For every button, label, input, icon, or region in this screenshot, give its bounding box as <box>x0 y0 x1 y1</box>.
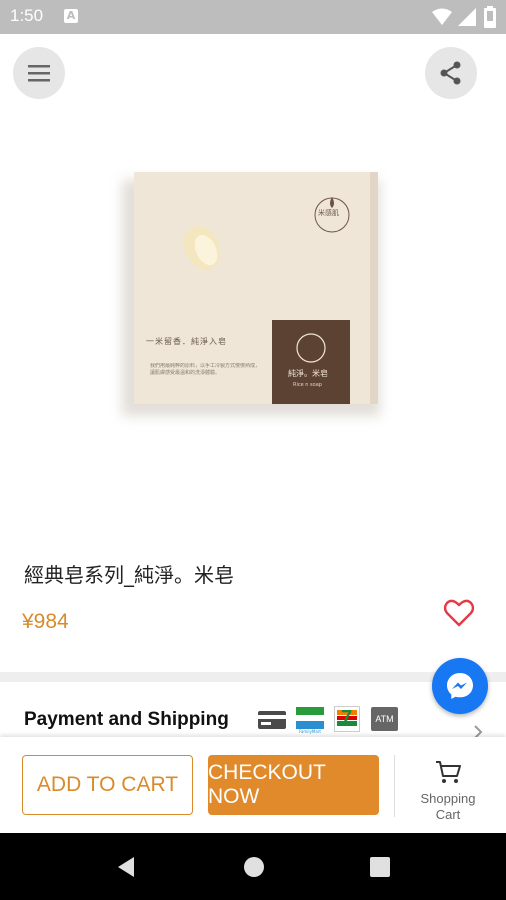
brand-mark: 米感肌 <box>318 209 339 217</box>
section-divider <box>0 672 506 682</box>
notification-icon: A <box>64 9 78 23</box>
cart-label-line-1: Shopping <box>420 791 476 806</box>
familymart-icon: FamilyMart <box>296 707 324 734</box>
heart-icon <box>444 599 474 627</box>
cart-separator <box>394 755 395 817</box>
label-char: 米 <box>303 243 320 262</box>
familymart-label: FamilyMart <box>299 729 321 734</box>
bottom-action-bar: ADD TO CART CHECKOUT NOW Shopping Cart <box>0 737 506 833</box>
credit-card-icon <box>258 711 286 729</box>
messenger-button[interactable] <box>432 658 488 714</box>
recents-icon[interactable] <box>370 857 390 877</box>
hamburger-menu-icon <box>28 65 50 82</box>
label-english: Rice n soap <box>293 382 322 388</box>
product-title: 經典皂系列_純淨。米皂 <box>24 563 234 587</box>
back-icon[interactable] <box>116 856 136 878</box>
atm-icon: ATM <box>371 707 398 731</box>
payment-shipping-label[interactable]: Payment and Shipping <box>24 709 229 731</box>
shopping-cart-button[interactable]: Shopping Cart <box>398 757 498 823</box>
battery-icon <box>484 6 496 28</box>
menu-button[interactable] <box>13 47 65 99</box>
status-bar: 1:50 A <box>0 0 506 34</box>
image-tagline: 一米留香．純淨入皂 <box>146 337 227 346</box>
status-time: 1:50 <box>10 6 44 25</box>
system-nav-bar <box>0 833 506 900</box>
cart-label-line-2: Cart <box>435 807 461 822</box>
image-body-text: 我們用最純粹的原料，以手工冷製方式慢慢熟成，讓肌膚感受最溫和的洗淨體驗。 <box>150 363 261 376</box>
signal-icon <box>458 8 476 26</box>
label-name: 純淨。米皂 <box>288 369 328 378</box>
checkout-now-button[interactable]: CHECKOUT NOW <box>208 755 379 815</box>
favorite-button[interactable] <box>440 594 478 632</box>
share-button[interactable] <box>425 47 477 99</box>
seven-eleven-icon: 7 <box>334 706 360 732</box>
share-icon <box>440 61 461 85</box>
cart-icon <box>436 761 461 783</box>
home-icon[interactable] <box>243 856 265 878</box>
add-to-cart-button[interactable]: ADD TO CART <box>22 755 193 815</box>
messenger-icon <box>447 673 473 699</box>
wifi-icon <box>432 8 452 25</box>
product-price: ¥984 <box>22 610 69 633</box>
product-image[interactable]: 米感肌 一米留香．純淨入皂 我們用最純粹的原料，以手工冷製方式慢慢熟成，讓肌膚感… <box>0 100 506 530</box>
